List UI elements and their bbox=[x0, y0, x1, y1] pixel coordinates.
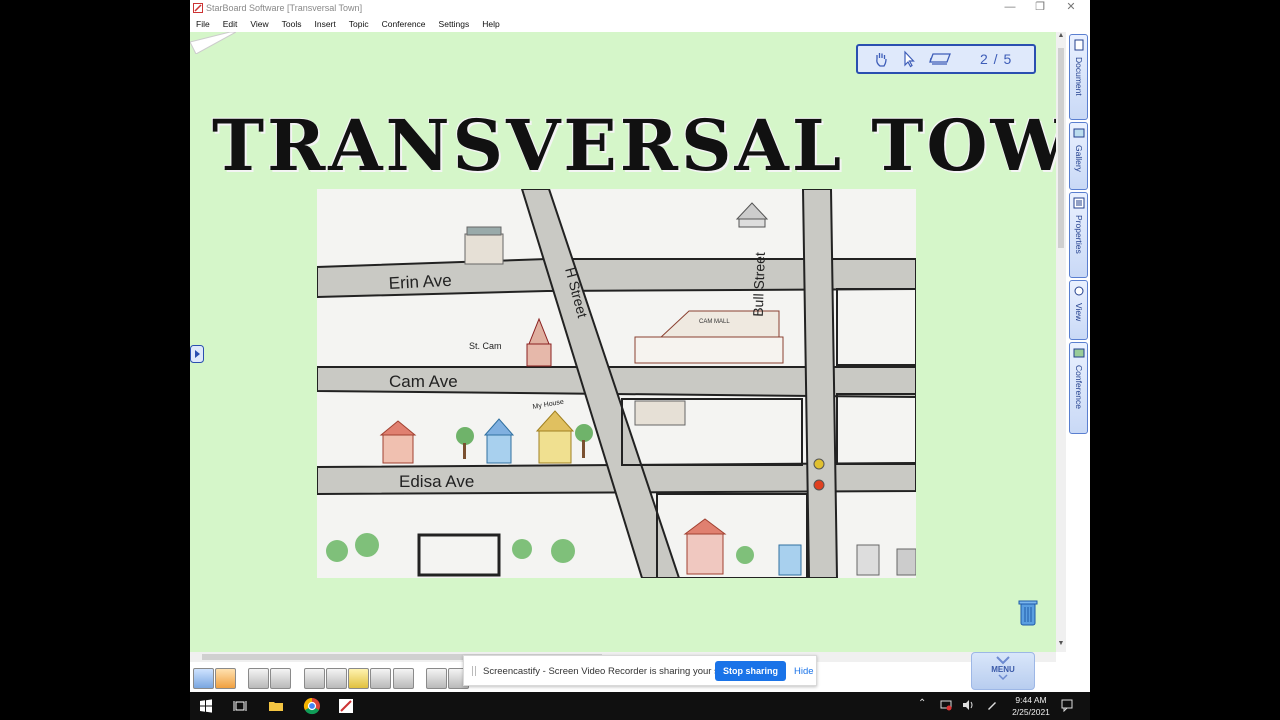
system-clock[interactable]: 9:44 AM 2/25/2021 bbox=[1008, 694, 1054, 718]
left-panel-toggle-icon[interactable] bbox=[190, 345, 204, 363]
network-icon[interactable] bbox=[940, 699, 952, 711]
undo-button[interactable] bbox=[248, 668, 269, 689]
menu-edit[interactable]: Edit bbox=[223, 16, 238, 32]
gallery-icon bbox=[1073, 128, 1085, 138]
page-curl-icon[interactable] bbox=[190, 32, 236, 54]
task-view-icon[interactable] bbox=[230, 696, 250, 716]
side-tab-strip: Document Gallery Properties View Confere… bbox=[1068, 32, 1090, 652]
label-bull-street: Bull Street bbox=[750, 252, 768, 317]
tab-conference[interactable]: Conference bbox=[1069, 342, 1088, 434]
label-erin-ave: Erin Ave bbox=[388, 271, 452, 293]
delete-button[interactable] bbox=[393, 668, 414, 689]
tab-view[interactable]: View bbox=[1069, 280, 1088, 340]
paste-button[interactable] bbox=[348, 668, 369, 689]
app-icon bbox=[193, 3, 203, 13]
label-mall: CAM MALL bbox=[699, 319, 730, 325]
label-edisa-ave: Edisa Ave bbox=[399, 472, 474, 491]
copy-button[interactable] bbox=[326, 668, 347, 689]
window-title: StarBoard Software [Transversal Town] bbox=[206, 3, 363, 13]
windows-start-icon[interactable] bbox=[196, 696, 216, 716]
new-page-button[interactable] bbox=[193, 668, 214, 689]
vertical-scrollbar[interactable]: ▲ ▼ bbox=[1056, 32, 1066, 652]
page-number-button[interactable] bbox=[215, 668, 236, 689]
cut-button[interactable] bbox=[304, 668, 325, 689]
drag-handle-icon[interactable] bbox=[472, 666, 476, 676]
clock-date: 2/25/2021 bbox=[1012, 707, 1050, 717]
hide-link[interactable]: Hide bbox=[794, 666, 814, 677]
hand-icon[interactable] bbox=[872, 50, 890, 68]
volume-icon[interactable] bbox=[962, 699, 974, 711]
label-cam-ave: Cam Ave bbox=[389, 372, 458, 391]
whiteboard-canvas[interactable]: 2 / 5 TRANSVERSAL TOWN Erin Ave Cam Ave … bbox=[190, 32, 1056, 652]
screen-share-notification: Screencastify - Screen Video Recorder is… bbox=[463, 655, 817, 686]
windows-taskbar: ⌃ 9:44 AM 2/25/2021 bbox=[190, 692, 1090, 720]
page-navigator: 2 / 5 bbox=[856, 44, 1036, 74]
starboard-window: StarBoard Software [Transversal Town] — … bbox=[190, 0, 1090, 692]
close-button[interactable]: ✕ bbox=[1056, 0, 1086, 16]
title-bar: StarBoard Software [Transversal Town] — … bbox=[190, 0, 1090, 16]
redo-button[interactable] bbox=[270, 668, 291, 689]
vertical-scroll-thumb[interactable] bbox=[1058, 48, 1064, 248]
group-button[interactable] bbox=[426, 668, 447, 689]
slide-title: TRANSVERSAL TOWN bbox=[212, 104, 1056, 187]
starboard-taskbar-icon[interactable] bbox=[336, 696, 356, 716]
menu-button[interactable]: MENU bbox=[971, 652, 1035, 690]
pointer-icon[interactable] bbox=[900, 50, 918, 68]
chrome-icon[interactable] bbox=[302, 696, 322, 716]
menu-tools[interactable]: Tools bbox=[282, 16, 302, 32]
scroll-up-icon[interactable]: ▲ bbox=[1056, 32, 1066, 42]
file-explorer-icon[interactable] bbox=[266, 696, 286, 716]
menu-bar: File Edit View Tools Insert Topic Confer… bbox=[190, 16, 1090, 32]
pen-icon[interactable] bbox=[986, 699, 998, 711]
chevron-down-icon bbox=[996, 656, 1010, 665]
map-sketch: Erin Ave Cam Ave Edisa Ave H Street Bull… bbox=[317, 189, 916, 578]
menu-conference[interactable]: Conference bbox=[382, 16, 426, 32]
menu-file[interactable]: File bbox=[196, 16, 210, 32]
menu-settings[interactable]: Settings bbox=[439, 16, 470, 32]
trash-icon[interactable] bbox=[1018, 599, 1038, 627]
menu-topic[interactable]: Topic bbox=[349, 16, 369, 32]
duplicate-button[interactable] bbox=[370, 668, 391, 689]
label-st-cam: St. Cam bbox=[469, 341, 502, 351]
share-message: Screencastify - Screen Video Recorder is… bbox=[483, 666, 746, 677]
notification-icon[interactable] bbox=[1060, 698, 1074, 712]
scroll-down-icon[interactable]: ▼ bbox=[1056, 640, 1066, 650]
chevron-down-small-icon bbox=[998, 674, 1008, 681]
town-map-drawing[interactable]: Erin Ave Cam Ave Edisa Ave H Street Bull… bbox=[317, 189, 916, 578]
minimize-button[interactable]: — bbox=[995, 0, 1025, 16]
menu-help[interactable]: Help bbox=[482, 16, 499, 32]
clock-time: 9:44 AM bbox=[1015, 695, 1047, 705]
tab-document[interactable]: Document bbox=[1069, 34, 1088, 120]
conference-icon bbox=[1073, 348, 1085, 358]
tab-properties[interactable]: Properties bbox=[1069, 192, 1088, 278]
pages-icon[interactable] bbox=[928, 50, 952, 68]
menu-insert[interactable]: Insert bbox=[314, 16, 335, 32]
tab-gallery[interactable]: Gallery bbox=[1069, 122, 1088, 190]
stop-sharing-button[interactable]: Stop sharing bbox=[715, 661, 786, 681]
document-icon bbox=[1074, 39, 1084, 51]
chevron-up-icon[interactable]: ⌃ bbox=[918, 698, 926, 709]
view-icon bbox=[1074, 286, 1084, 296]
restore-button[interactable]: ❐ bbox=[1025, 0, 1055, 16]
page-indicator: 2 / 5 bbox=[980, 51, 1013, 67]
menu-view[interactable]: View bbox=[250, 16, 268, 32]
properties-icon bbox=[1073, 197, 1085, 209]
